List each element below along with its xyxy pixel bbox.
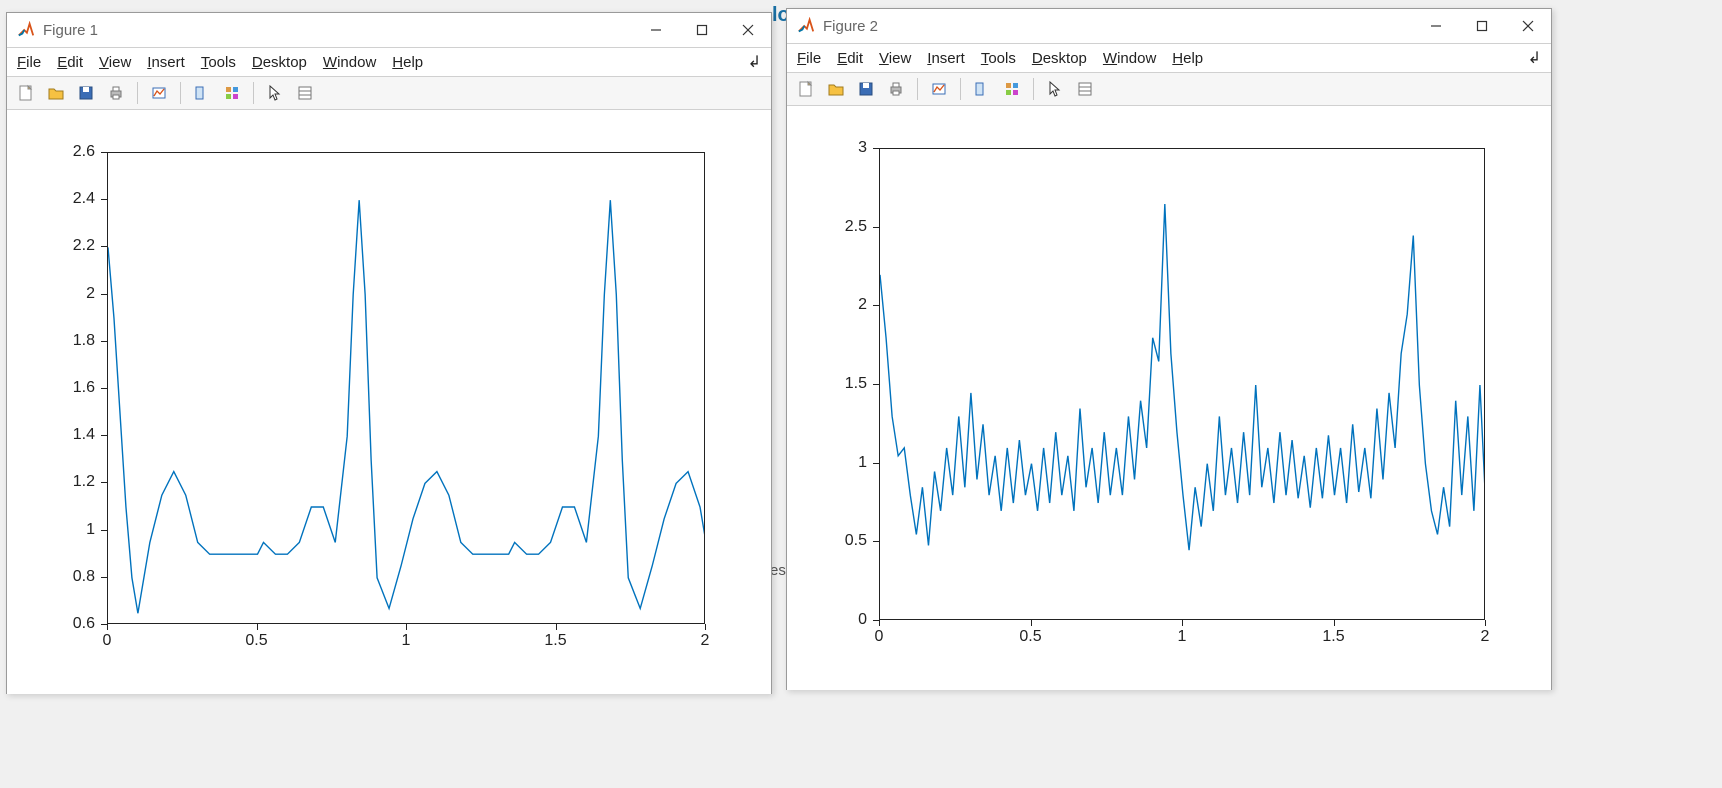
close-button[interactable]: [1505, 9, 1551, 43]
y-tick-label: 1.4: [73, 426, 95, 444]
y-tick-label: 1.6: [73, 379, 95, 397]
print-icon[interactable]: [103, 80, 129, 106]
series-line: [108, 153, 704, 623]
minimize-button[interactable]: [633, 13, 679, 47]
y-tick-label: 3: [858, 139, 867, 157]
desktop: lo es Figure 1 File Edit View Insert Too…: [0, 0, 1722, 788]
menu-insert[interactable]: Insert: [147, 54, 185, 71]
menu-desktop[interactable]: Desktop: [252, 54, 307, 71]
titlebar[interactable]: Figure 1: [7, 13, 771, 48]
maximize-button[interactable]: [679, 13, 725, 47]
y-tick-label: 2.5: [845, 218, 867, 236]
x-tick-label: 0.5: [245, 632, 267, 650]
x-tick-label: 2: [701, 632, 710, 650]
menubar: File Edit View Insert Tools Desktop Wind…: [787, 44, 1551, 73]
menu-edit[interactable]: Edit: [837, 50, 863, 67]
y-tick-label: 2.4: [73, 190, 95, 208]
y-tick-label: 2.6: [73, 143, 95, 161]
menu-help[interactable]: Help: [392, 54, 423, 71]
titlebar[interactable]: Figure 2: [787, 9, 1551, 44]
plot-area: 0 0.5 1 1.5 2 0.6 0.8 1 1.2 1.4 1.6 1.8 2 2.2 2.4 2.6: [7, 110, 771, 694]
dock-icon[interactable]: ↲: [748, 52, 761, 72]
y-tick-label: 0.6: [73, 615, 95, 633]
pointer-icon[interactable]: [262, 80, 288, 106]
menubar: File Edit View Insert Tools Desktop Wind…: [7, 48, 771, 77]
menu-window[interactable]: Window: [323, 54, 376, 71]
link-axes-icon[interactable]: [146, 80, 172, 106]
axes[interactable]: [107, 152, 705, 624]
new-figure-icon[interactable]: [13, 80, 39, 106]
series-line: [880, 149, 1484, 619]
figure-window-1: Figure 1 File Edit View Insert Tools Des…: [6, 12, 772, 694]
datatip-icon[interactable]: [969, 76, 995, 102]
menu-desktop[interactable]: Desktop: [1032, 50, 1087, 67]
link-axes-icon[interactable]: [926, 76, 952, 102]
x-tick-label: 0: [103, 632, 112, 650]
bg-fragment: es: [770, 562, 786, 579]
colorbar-icon[interactable]: [219, 80, 245, 106]
print-icon[interactable]: [883, 76, 909, 102]
x-tick-label: 1.5: [1322, 628, 1344, 646]
pointer-icon[interactable]: [1042, 76, 1068, 102]
dock-icon[interactable]: ↲: [1528, 48, 1541, 68]
y-tick-label: 2: [86, 285, 95, 303]
menu-file[interactable]: File: [17, 54, 41, 71]
property-inspector-icon[interactable]: [292, 80, 318, 106]
y-tick-label: 1.5: [845, 375, 867, 393]
axes[interactable]: [879, 148, 1485, 620]
menu-view[interactable]: View: [99, 54, 131, 71]
y-tick-label: 1: [858, 454, 867, 472]
close-button[interactable]: [725, 13, 771, 47]
window-title: Figure 2: [823, 18, 878, 35]
toolbar: [7, 77, 771, 110]
menu-help[interactable]: Help: [1172, 50, 1203, 67]
x-tick-label: 2: [1481, 628, 1490, 646]
menu-view[interactable]: View: [879, 50, 911, 67]
maximize-button[interactable]: [1459, 9, 1505, 43]
open-icon[interactable]: [823, 76, 849, 102]
x-tick-label: 0: [875, 628, 884, 646]
datatip-icon[interactable]: [189, 80, 215, 106]
menu-tools[interactable]: Tools: [981, 50, 1016, 67]
property-inspector-icon[interactable]: [1072, 76, 1098, 102]
y-tick-label: 0.8: [73, 568, 95, 586]
x-tick-label: 0.5: [1019, 628, 1041, 646]
y-tick-label: 1: [86, 521, 95, 539]
y-tick-label: 2.2: [73, 237, 95, 255]
y-tick-label: 2: [858, 296, 867, 314]
plot-area: 0 0.5 1 1.5 2 0 0.5 1 1.5 2 2.5 3: [787, 106, 1551, 690]
x-tick-label: 1: [1178, 628, 1187, 646]
y-tick-label: 1.2: [73, 473, 95, 491]
save-icon[interactable]: [73, 80, 99, 106]
minimize-button[interactable]: [1413, 9, 1459, 43]
window-title: Figure 1: [43, 22, 98, 39]
matlab-icon: [797, 17, 815, 35]
menu-file[interactable]: File: [797, 50, 821, 67]
x-tick-label: 1.5: [544, 632, 566, 650]
figure-window-2: Figure 2 File Edit View Insert Tools Des…: [786, 8, 1552, 690]
y-tick-label: 0.5: [845, 532, 867, 550]
menu-window[interactable]: Window: [1103, 50, 1156, 67]
save-icon[interactable]: [853, 76, 879, 102]
new-figure-icon[interactable]: [793, 76, 819, 102]
menu-edit[interactable]: Edit: [57, 54, 83, 71]
colorbar-icon[interactable]: [999, 76, 1025, 102]
menu-insert[interactable]: Insert: [927, 50, 965, 67]
y-tick-label: 0: [858, 611, 867, 629]
toolbar: [787, 73, 1551, 106]
matlab-icon: [17, 21, 35, 39]
open-icon[interactable]: [43, 80, 69, 106]
y-tick-label: 1.8: [73, 332, 95, 350]
menu-tools[interactable]: Tools: [201, 54, 236, 71]
x-tick-label: 1: [402, 632, 411, 650]
